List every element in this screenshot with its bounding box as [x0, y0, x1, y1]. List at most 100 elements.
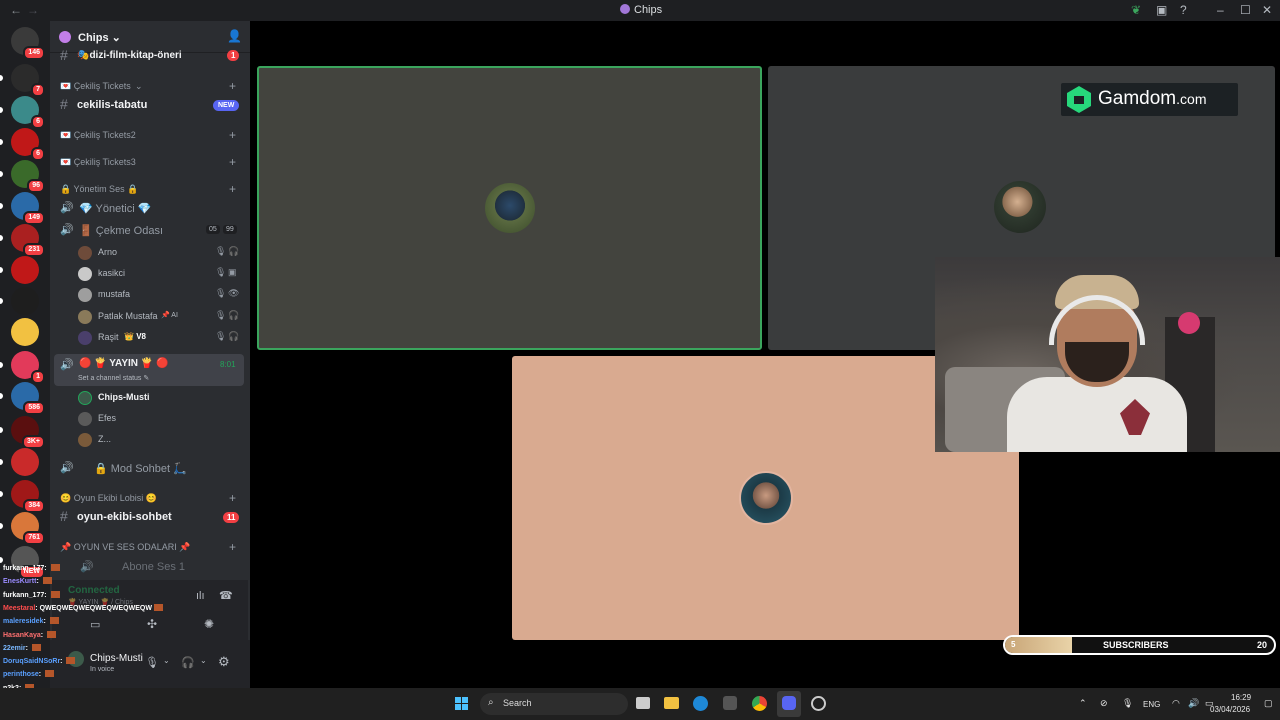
- category-cekilis-tickets2[interactable]: 💌 Çekiliş Tickets2 +: [50, 126, 250, 146]
- add-channel-icon[interactable]: +: [229, 79, 236, 93]
- language-indicator[interactable]: ENG: [1143, 700, 1160, 709]
- server-icon[interactable]: 6: [11, 128, 45, 161]
- maximize-button[interactable]: ☐: [1240, 3, 1251, 17]
- category-label: 😊 Oyun Ekibi Lobisi 😊: [60, 493, 157, 503]
- category-yonetim-ses[interactable]: 🔒 Yönetim Ses 🔒 +: [50, 180, 250, 200]
- server-icon[interactable]: 1: [11, 351, 45, 384]
- channel-status[interactable]: Set a channel status ✎: [78, 374, 149, 382]
- server-icon[interactable]: 7: [11, 64, 45, 97]
- close-button[interactable]: ✕: [1262, 3, 1272, 17]
- unread-pill: [0, 171, 3, 177]
- channel-label: oyun-ekibi-sohbet: [77, 511, 172, 523]
- avatar: [78, 246, 92, 260]
- emote-icon: [31, 643, 41, 651]
- edge-icon[interactable]: [693, 696, 708, 711]
- server-icon[interactable]: 231: [11, 224, 45, 257]
- add-channel-icon[interactable]: +: [229, 128, 236, 142]
- avatar: [78, 391, 92, 405]
- channel-label: 🔴 🍟 YAYIN 🍟 🔴: [79, 358, 169, 369]
- server-icon[interactable]: [11, 448, 39, 476]
- server-icon[interactable]: 586: [11, 382, 45, 415]
- avatar: [78, 331, 92, 345]
- chat-message: EnesKurtt:: [3, 577, 52, 585]
- voice-user-chips-musti[interactable]: Chips-Musti: [50, 388, 250, 408]
- voice-channel-cekme-odasi[interactable]: 🔊 🚪 Çekme Odası 05 99: [50, 220, 250, 240]
- task-view-icon[interactable]: [636, 697, 650, 709]
- wifi-icon[interactable]: ◠: [1172, 698, 1180, 709]
- chat-username: maleresidek: [3, 618, 44, 626]
- taskbar-search[interactable]: ⌕ Search: [480, 693, 628, 715]
- category-label: 💌 Çekiliş Tickets3: [60, 157, 136, 167]
- chevron-up-icon[interactable]: ⌃: [1079, 698, 1087, 709]
- category-cekilis-tickets3[interactable]: 💌 Çekiliş Tickets3 +: [50, 153, 250, 173]
- chrome-icon[interactable]: [752, 696, 767, 711]
- voice-user-z[interactable]: Z...: [50, 430, 250, 450]
- server-icon[interactable]: 146: [11, 27, 45, 60]
- live-channel-selected[interactable]: 🔊 🔴 🍟 YAYIN 🍟 🔴 8:01 Set a channel statu…: [54, 354, 244, 386]
- store-icon[interactable]: [723, 696, 737, 710]
- add-channel-icon[interactable]: +: [229, 182, 236, 196]
- voice-channel-yonetici[interactable]: 🔊 💎 Yönetici 💎: [50, 198, 250, 218]
- channel-cekilis-tabatu[interactable]: # cekilis-tabatu NEW: [50, 95, 250, 115]
- voice-user-efes[interactable]: Efes: [50, 409, 250, 429]
- channel-oyun-ekibi-sohbet[interactable]: # oyun-ekibi-sohbet 11: [50, 507, 250, 527]
- help-icon[interactable]: ?: [1180, 3, 1187, 17]
- disconnect-icon[interactable]: ☎: [219, 589, 233, 602]
- server-icon[interactable]: [11, 318, 39, 346]
- live-timer: 8:01: [220, 360, 236, 369]
- server-icon[interactable]: 3K+: [11, 416, 45, 449]
- notifications-icon[interactable]: ▢: [1264, 698, 1273, 709]
- add-channel-icon[interactable]: +: [229, 491, 236, 505]
- subscribers-goal: 20: [1257, 640, 1268, 650]
- video-tile-speaking[interactable]: [257, 66, 762, 350]
- voice-user-mustafa[interactable]: mustafa 🎙 👁: [50, 285, 250, 305]
- voice-user-arno[interactable]: Arno 🎙 🎧: [50, 243, 250, 263]
- voice-channel-mod-sohbet[interactable]: 🔊 🔒 Mod Sohbet 🛴: [50, 458, 250, 478]
- microphone-icon[interactable]: 🎙: [1122, 698, 1133, 709]
- server-icon[interactable]: [11, 287, 39, 315]
- network-off-icon[interactable]: ⊘: [1100, 698, 1108, 709]
- voice-user-rasit[interactable]: Raşit 👑 V8 🎙 🎧: [50, 328, 250, 348]
- unread-badge: 11: [223, 512, 240, 523]
- server-icon[interactable]: [11, 256, 39, 284]
- soundboard-icon[interactable]: ✺: [204, 617, 214, 631]
- unread-pill: [0, 491, 3, 497]
- emote-icon: [66, 657, 76, 665]
- noise-icon[interactable]: ılı: [196, 590, 205, 602]
- clock-time[interactable]: 16:29: [1231, 693, 1251, 702]
- invite-icon[interactable]: 👤: [227, 29, 242, 43]
- clock-date[interactable]: 03/04/2026: [1210, 705, 1250, 714]
- forward-icon[interactable]: →: [27, 3, 39, 17]
- volume-icon[interactable]: 🔊: [1188, 698, 1199, 709]
- participant-avatar: [485, 183, 535, 233]
- category-oyun-ses[interactable]: 📌 OYUN VE SES ODALARI 📌 +: [50, 538, 250, 558]
- chat-message: HasanKaya:: [3, 630, 57, 639]
- server-icon[interactable]: 761: [11, 512, 45, 545]
- chevron-down-icon[interactable]: ⌄: [200, 656, 207, 665]
- channel-dizi[interactable]: # 🎭dizi-film-kitap-öneri 1: [50, 47, 250, 63]
- back-icon[interactable]: ←: [10, 3, 22, 17]
- inbox-icon[interactable]: ▣: [1156, 3, 1167, 17]
- server-icon[interactable]: 384: [11, 480, 45, 513]
- add-channel-icon[interactable]: +: [229, 540, 236, 554]
- unread-pill: [0, 75, 3, 81]
- category-oyun-ekibi[interactable]: 😊 Oyun Ekibi Lobisi 😊 +: [50, 489, 250, 509]
- voice-user-patlak-mustafa[interactable]: Patlak Mustafa 📌 AI 🎙 🎧: [50, 307, 250, 327]
- app-icon[interactable]: [811, 696, 826, 711]
- server-icon[interactable]: 149: [11, 192, 45, 225]
- leaf-icon[interactable]: ❦: [1131, 3, 1141, 17]
- category-cekilis-tickets[interactable]: 💌 Çekiliş Tickets ⌄ +: [50, 77, 250, 97]
- file-explorer-icon[interactable]: [664, 697, 679, 709]
- emote-icon: [50, 564, 60, 571]
- voice-user-kasikci[interactable]: kasikci 🎙 ▣: [50, 264, 250, 284]
- windows-start-icon[interactable]: [455, 697, 469, 711]
- discord-taskbar-button[interactable]: [777, 691, 801, 717]
- gear-icon[interactable]: ⚙: [218, 654, 230, 670]
- minimize-button[interactable]: –: [1217, 3, 1224, 17]
- subscribers-current: 5: [1011, 640, 1016, 649]
- server-icon[interactable]: 96: [11, 160, 45, 193]
- server-icon[interactable]: 6: [11, 96, 45, 129]
- chat-username: DoruqSaidNSoRr: [3, 658, 61, 666]
- channel-label: 💎 Yönetici 💎: [79, 203, 152, 215]
- add-channel-icon[interactable]: +: [229, 155, 236, 169]
